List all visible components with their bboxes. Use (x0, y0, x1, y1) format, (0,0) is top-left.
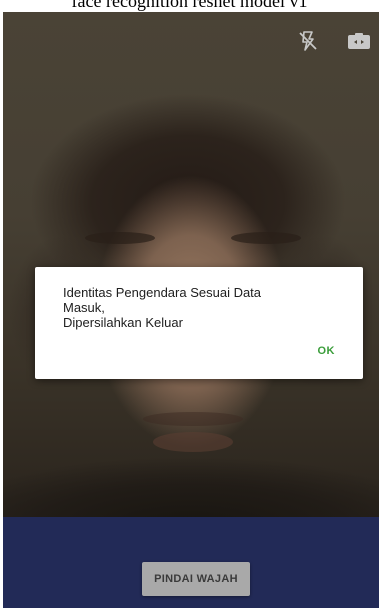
mouth (153, 432, 233, 452)
dialog-message: Identitas Pengendara Sesuai Data Masuk, … (63, 285, 343, 330)
moustache (143, 412, 243, 426)
scan-face-button[interactable]: PINDAI WAJAH (142, 562, 250, 596)
ok-button[interactable]: OK (318, 345, 336, 357)
camera-preview (3, 12, 379, 522)
dialog-message-line-2: Masuk, (63, 300, 105, 315)
left-eyebrow (85, 232, 155, 244)
switch-camera-icon[interactable] (347, 32, 371, 50)
bottom-bar: PINDAI WAJAH (3, 517, 379, 608)
dialog-message-line-3: Dipersilahkan Keluar (63, 315, 183, 330)
phone-screen: Identitas Pengendara Sesuai Data Masuk, … (3, 12, 379, 608)
right-eyebrow (231, 232, 301, 244)
flash-off-icon[interactable] (298, 30, 318, 52)
alert-dialog: Identitas Pengendara Sesuai Data Masuk, … (35, 267, 363, 379)
subject-shoulders (3, 452, 379, 522)
caption-text: face recognition resnet model v1 (71, 0, 308, 11)
dialog-message-line-1: Identitas Pengendara Sesuai Data (63, 285, 262, 300)
